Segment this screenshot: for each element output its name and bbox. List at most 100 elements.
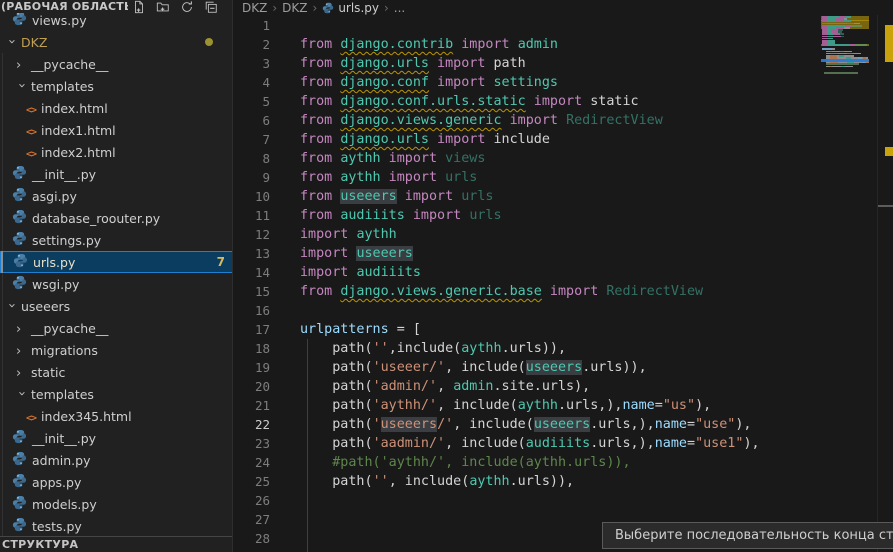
tree-item-urls.py[interactable]: urls.py7: [0, 251, 233, 273]
code-line-22[interactable]: path('useeers/', include(useeers.urls,),…: [300, 415, 752, 434]
line-number[interactable]: 18: [234, 339, 270, 358]
tree-item-index2.html[interactable]: <>index2.html: [0, 141, 233, 163]
code-token: django.views.generic.base: [340, 284, 542, 299]
tree-item-index345.html[interactable]: <>index345.html: [0, 405, 233, 427]
tree-item-static[interactable]: ›static: [0, 361, 233, 383]
code-token: aythh: [340, 170, 380, 185]
line-number[interactable]: 14: [234, 263, 270, 282]
tree-item-__pycache__[interactable]: ›__pycache__: [0, 53, 233, 75]
code-line-18[interactable]: path('',include(aythh.urls)),: [300, 339, 566, 358]
tree-item-index.html[interactable]: <>index.html: [0, 97, 233, 119]
code-token: aythh: [461, 341, 501, 356]
line-number[interactable]: 4: [234, 73, 270, 92]
code-line-6[interactable]: from django.views.generic import Redirec…: [300, 111, 663, 130]
tree-item-wsgi.py[interactable]: wsgi.py: [0, 273, 233, 295]
python-icon: [12, 187, 27, 205]
line-number[interactable]: 19: [234, 358, 270, 377]
breadcrumb-separator: ›: [272, 1, 277, 15]
new-folder-button[interactable]: [154, 0, 171, 13]
code-line-7[interactable]: from django.urls import include: [300, 130, 550, 149]
code-line-15[interactable]: from django.views.generic.base import Re…: [300, 282, 703, 301]
code-line-8[interactable]: from aythh import views: [300, 149, 485, 168]
tree-item-database_roouter.py[interactable]: database_roouter.py: [0, 207, 233, 229]
line-number[interactable]: 28: [234, 529, 270, 548]
code-token: django.conf.urls.static: [340, 94, 525, 109]
code-token: "us": [663, 398, 695, 413]
line-number[interactable]: 2: [234, 35, 270, 54]
html-icon: <>: [26, 123, 36, 138]
line-number[interactable]: 17: [234, 320, 270, 339]
code-line-2[interactable]: from django.contrib import admin: [300, 35, 558, 54]
line-number[interactable]: 3: [234, 54, 270, 73]
line-number[interactable]: 27: [234, 510, 270, 529]
breadcrumb-item-urls.py[interactable]: urls.py: [322, 1, 379, 15]
code-line-14[interactable]: import audiiits: [300, 263, 421, 282]
tree-item-__init__.py[interactable]: __init__.py: [0, 427, 233, 449]
code-token: audiiits: [356, 265, 421, 280]
line-number[interactable]: 22: [234, 415, 270, 434]
code-line-12[interactable]: import aythh: [300, 225, 397, 244]
tree-item-apps.py[interactable]: apps.py: [0, 471, 233, 493]
new-file-button[interactable]: [130, 0, 147, 13]
code-token: django.conf: [340, 75, 429, 90]
line-number[interactable]: 1: [234, 16, 270, 35]
line-number[interactable]: 8: [234, 149, 270, 168]
code-token: urls: [461, 189, 493, 204]
line-number[interactable]: 5: [234, 92, 270, 111]
collapse-all-button[interactable]: [202, 0, 219, 13]
line-number[interactable]: 21: [234, 396, 270, 415]
refresh-button[interactable]: [178, 0, 195, 13]
line-number[interactable]: 25: [234, 472, 270, 491]
code-line-21[interactable]: path('aythh/', include(aythh.urls,),name…: [300, 396, 711, 415]
line-number[interactable]: 15: [234, 282, 270, 301]
code-line-10[interactable]: from useeers import urls: [300, 187, 494, 206]
code-line-24[interactable]: #path('aythh/', include(aythh.urls)),: [300, 453, 631, 472]
code-line-9[interactable]: from aythh import urls: [300, 168, 477, 187]
chevron-down-icon: ›: [6, 35, 16, 50]
code-line-20[interactable]: path('admin/', admin.site.urls),: [300, 377, 590, 396]
tree-item-templates[interactable]: ›templates: [0, 383, 233, 405]
tree-item-models.py[interactable]: models.py: [0, 493, 233, 515]
line-number[interactable]: 11: [234, 206, 270, 225]
code-line-4[interactable]: from django.conf import settings: [300, 73, 558, 92]
code-line-17[interactable]: urlpatterns = [: [300, 320, 421, 339]
line-number[interactable]: 26: [234, 491, 270, 510]
tree-item-index1.html[interactable]: <>index1.html: [0, 119, 233, 141]
overview-ruler-scrollbar[interactable]: [878, 0, 893, 552]
code-line-25[interactable]: path('', include(aythh.urls)),: [300, 472, 574, 491]
code-line-3[interactable]: from django.urls import path: [300, 54, 526, 73]
outline-section-header[interactable]: СТРУКТУРА: [0, 536, 233, 552]
tree-item-templates[interactable]: ›templates: [0, 75, 233, 97]
line-number[interactable]: 24: [234, 453, 270, 472]
scrollbar-slider-edge[interactable]: [878, 205, 893, 207]
code-line-11[interactable]: from audiiits import urls: [300, 206, 502, 225]
line-number[interactable]: 12: [234, 225, 270, 244]
code-line-23[interactable]: path('aadmin/', include(audiiits.urls,),…: [300, 434, 760, 453]
tree-item-__pycache__[interactable]: ›__pycache__: [0, 317, 233, 339]
line-number[interactable]: 7: [234, 130, 270, 149]
line-number[interactable]: 20: [234, 377, 270, 396]
tree-item-settings.py[interactable]: settings.py: [0, 229, 233, 251]
tree-item-useeers[interactable]: ›useeers: [0, 295, 233, 317]
line-number[interactable]: 6: [234, 111, 270, 130]
line-number[interactable]: 9: [234, 168, 270, 187]
line-number[interactable]: 10: [234, 187, 270, 206]
tree-item-__init__.py[interactable]: __init__.py: [0, 163, 233, 185]
tree-item-migrations[interactable]: ›migrations: [0, 339, 233, 361]
breadcrumb-item-DKZ[interactable]: DKZ: [242, 1, 267, 15]
code-line-13[interactable]: import useeers: [300, 244, 413, 263]
tree-item-asgi.py[interactable]: asgi.py: [0, 185, 233, 207]
code-line-19[interactable]: path('useeer/', include(useeers.urls)),: [300, 358, 647, 377]
line-number[interactable]: 23: [234, 434, 270, 453]
code-token: "use1": [695, 436, 743, 451]
code-line-5[interactable]: from django.conf.urls.static import stat…: [300, 92, 639, 111]
tree-item-tests.py[interactable]: tests.py: [0, 515, 233, 537]
code-token: from: [300, 37, 340, 52]
tree-item-admin.py[interactable]: admin.py: [0, 449, 233, 471]
line-number[interactable]: 13: [234, 244, 270, 263]
minimap[interactable]: [821, 14, 869, 544]
breadcrumb-item-...[interactable]: ...: [394, 1, 405, 15]
line-number[interactable]: 16: [234, 301, 270, 320]
tree-item-DKZ[interactable]: ›DKZ: [0, 31, 233, 53]
breadcrumb-item-DKZ[interactable]: DKZ: [282, 1, 307, 15]
